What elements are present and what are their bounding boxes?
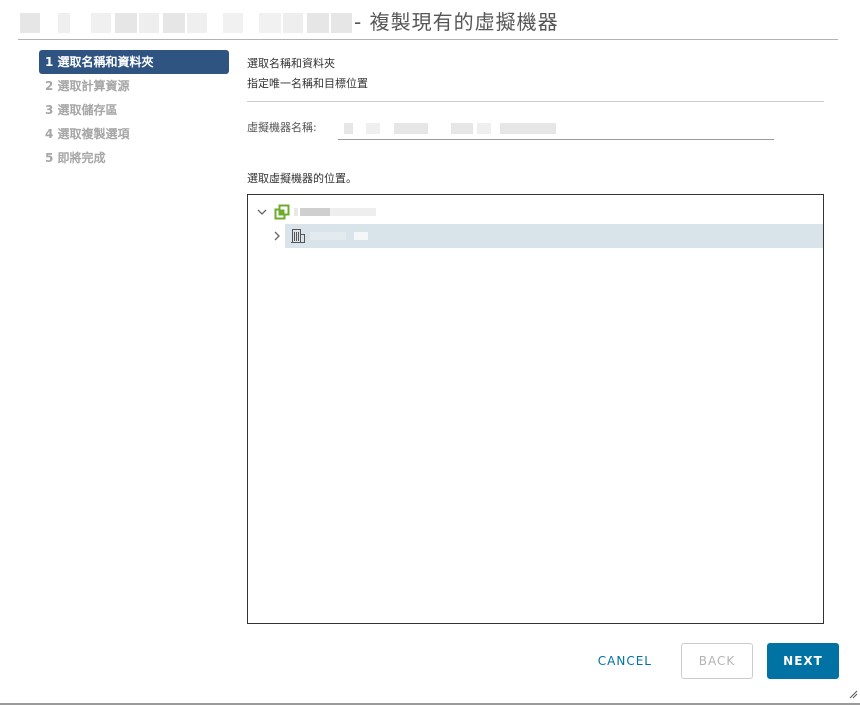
wizard-steps: 1 選取名稱和資料夾 2 選取計算資源 3 選取儲存區 4 選取複製選項 5 即… bbox=[39, 50, 229, 170]
content-divider bbox=[247, 101, 824, 102]
redacted-vm-name-value bbox=[344, 123, 559, 134]
chevron-down-icon[interactable] bbox=[256, 206, 268, 218]
step-select-storage: 3 選取儲存區 bbox=[45, 103, 118, 117]
step-select-name-folder[interactable]: 1 選取名稱和資料夾 bbox=[39, 50, 229, 74]
dialog-title: - 複製現有的虛擬機器 bbox=[354, 10, 559, 34]
redacted-vcenter-name bbox=[294, 208, 376, 216]
tree-node-vcenter[interactable] bbox=[248, 200, 823, 224]
vcenter-icon bbox=[274, 204, 290, 220]
resize-grip-icon[interactable] bbox=[848, 689, 858, 699]
clone-vm-dialog: - 複製現有的虛擬機器 1 選取名稱和資料夾 2 選取計算資源 3 選取儲存區 … bbox=[0, 0, 860, 705]
redacted-vm-name bbox=[18, 13, 354, 33]
location-tree bbox=[247, 194, 824, 624]
next-button[interactable]: NEXT bbox=[767, 643, 839, 679]
step-content: 選取名稱和資料夾 指定唯一名稱和目標位置 虛擬機器名稱: 選取虛擬機器的位置。 bbox=[247, 54, 824, 624]
section-subheading: 指定唯一名稱和目標位置 bbox=[247, 77, 368, 90]
step-select-compute-resource: 2 選取計算資源 bbox=[45, 79, 130, 93]
cancel-button[interactable]: CANCEL bbox=[583, 643, 667, 679]
step-ready-to-complete: 5 即將完成 bbox=[45, 151, 106, 165]
vm-name-label: 虛擬機器名稱: bbox=[247, 121, 317, 134]
location-label: 選取虛擬機器的位置。 bbox=[247, 172, 357, 185]
datacenter-icon bbox=[291, 229, 305, 243]
dialog-header: - 複製現有的虛擬機器 bbox=[18, 8, 838, 40]
redacted-datacenter-name bbox=[310, 232, 370, 240]
section-heading: 選取名稱和資料夾 bbox=[247, 57, 335, 70]
step-select-clone-options: 4 選取複製選項 bbox=[45, 127, 130, 141]
vm-name-row: 虛擬機器名稱: bbox=[247, 117, 824, 140]
tree-node-datacenter[interactable] bbox=[248, 224, 823, 248]
chevron-right-icon[interactable] bbox=[271, 230, 283, 242]
back-button[interactable]: BACK bbox=[681, 643, 753, 679]
wizard-footer: CANCEL BACK NEXT bbox=[569, 643, 839, 679]
